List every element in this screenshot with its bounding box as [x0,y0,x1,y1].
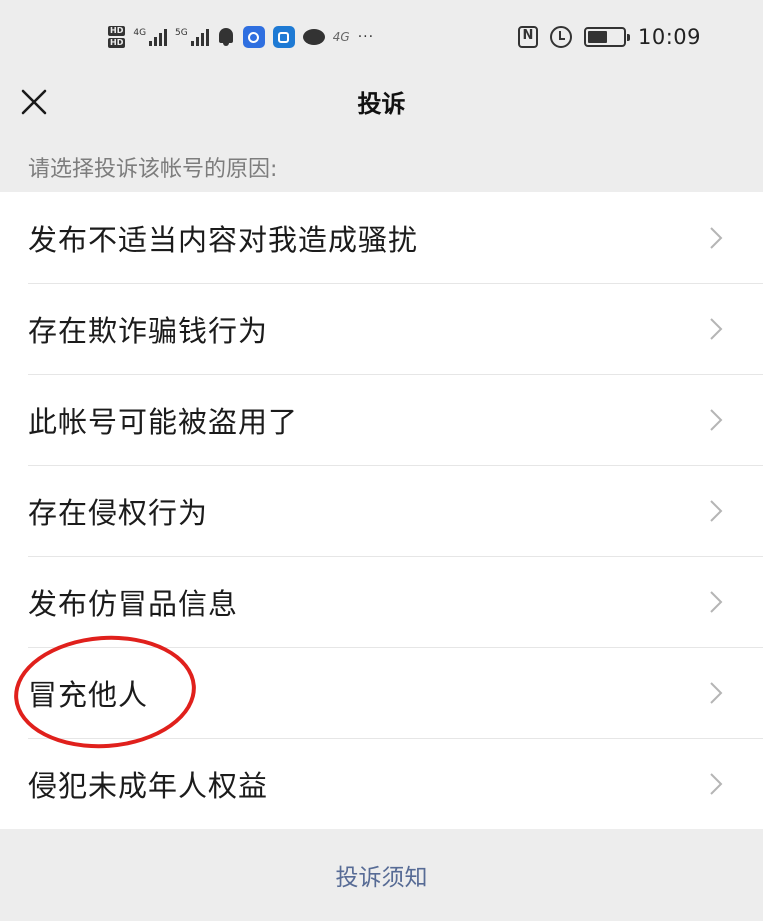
reason-list: 发布不适当内容对我造成骚扰 存在欺诈骗钱行为 此帐号可能被盗用了 存在侵权行为 … [0,192,763,829]
reason-item-impersonation[interactable]: 冒充他人 [0,647,763,738]
nav-bar: 投诉 [0,72,763,140]
reason-item-minor-rights[interactable]: 侵犯未成年人权益 [0,738,763,829]
battery-icon [583,27,630,47]
reason-item-infringement[interactable]: 存在侵权行为 [0,465,763,556]
reason-label: 存在欺诈骗钱行为 [28,313,269,348]
net2-label: 5G [175,28,188,38]
hd-badge-1: HD [108,26,126,36]
chat-bubble-icon [302,29,325,45]
page-title: 投诉 [357,90,406,118]
reason-label: 此帐号可能被盗用了 [28,404,299,439]
reason-label: 侵犯未成年人权益 [28,768,269,803]
nfc-icon: N [517,26,538,48]
bell-icon [217,27,235,47]
chevron-right-icon [710,500,723,522]
reason-label: 冒充他人 [28,677,149,712]
net1-label: 4G [133,28,147,38]
chevron-right-icon [710,773,723,795]
reason-item-fraud[interactable]: 存在欺诈骗钱行为 [0,283,763,374]
app-notification-icon [242,26,265,48]
app-notification-icon-2 [272,26,295,48]
chevron-right-icon [710,682,723,704]
more-notifications-icon: ··· [357,29,375,45]
alarm-icon [549,26,572,48]
chevron-right-icon [710,409,723,431]
reason-label: 发布不适当内容对我造成骚扰 [28,222,419,257]
chevron-right-icon [710,318,723,340]
signal-5g-icon: 5G [175,28,209,46]
clock-time: 10:09 [637,25,701,49]
reason-prompt: 请选择投诉该帐号的原因: [28,157,278,182]
reason-item-harassment[interactable]: 发布不适当内容对我造成骚扰 [0,192,763,283]
status-left: HD HD 4G 5G 4G ··· [108,22,374,52]
status-right: N 10:09 [517,24,701,50]
status-bar: HD HD 4G 5G 4G ··· N 10:09 [0,0,763,72]
hd-badge-2: HD [108,38,126,48]
battery-fill [587,31,607,43]
reason-label: 发布仿冒品信息 [28,586,239,621]
reason-label: 存在侵权行为 [28,495,209,530]
signal-4g-icon: 4G [133,28,168,46]
chevron-right-icon [710,227,723,249]
reason-item-account-stolen[interactable]: 此帐号可能被盗用了 [0,374,763,465]
wifi-icon: 4G [332,30,350,44]
reason-item-counterfeit[interactable]: 发布仿冒品信息 [0,556,763,647]
hd-badges: HD HD [108,26,126,48]
complaint-notice-link[interactable]: 投诉须知 [0,852,763,904]
chevron-right-icon [710,591,723,613]
